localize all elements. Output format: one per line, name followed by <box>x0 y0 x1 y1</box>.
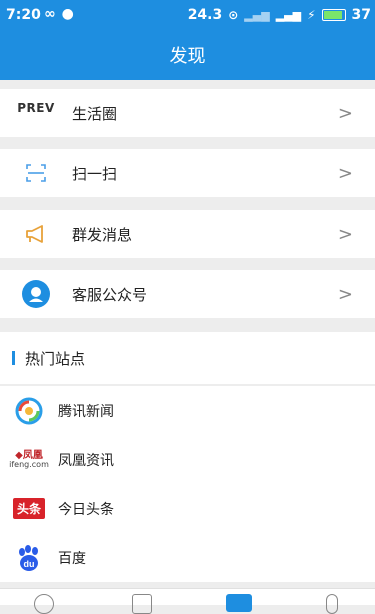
tencent-news-icon <box>15 397 43 424</box>
toutiao-icon: 头条 <box>12 498 45 519</box>
menu-item-customer-service[interactable]: 客服公众号 > <box>0 270 375 318</box>
charging-icon: ⚡ <box>307 8 316 22</box>
nav-home-icon[interactable] <box>34 594 54 614</box>
page-title: 发现 <box>169 46 206 67</box>
menu-item-broadcast[interactable]: 群发消息 > <box>0 210 375 258</box>
bottom-nav-bar <box>0 588 375 614</box>
infinity-icon: ∞ <box>44 6 56 22</box>
network-speed: 24.3 <box>187 7 223 23</box>
prev-icon: PREV <box>17 101 55 115</box>
menu-item-life-circle[interactable]: PREV 生活圈 > <box>0 89 375 137</box>
menu-item-scan[interactable]: 扫一扫 > <box>0 149 375 197</box>
signal-icon-2: ▂▄▆ <box>275 8 302 22</box>
baidu-icon: du <box>19 544 38 571</box>
battery-level: 37 <box>351 7 371 23</box>
menu-item-label: 生活圈 <box>72 104 118 123</box>
chevron-right-icon: > <box>337 224 353 245</box>
chevron-right-icon: > <box>337 284 353 305</box>
scan-icon <box>26 164 46 182</box>
svg-text:du: du <box>24 559 35 569</box>
status-time: 7:20 <box>6 7 41 23</box>
site-name: 百度 <box>58 550 86 567</box>
chevron-right-icon: > <box>337 163 353 184</box>
menu-item-label: 群发消息 <box>72 225 133 244</box>
section-title: 热门站点 <box>25 349 86 368</box>
status-bar: 7:20 ∞ ● 24.3 ⊙ ▂▄▆ ▂▄▆ ⚡ 37 <box>0 0 375 30</box>
chevron-right-icon: > <box>337 103 353 124</box>
site-name: 今日头条 <box>58 501 114 518</box>
site-name: 凤凰资讯 <box>58 452 114 469</box>
chat-bubble-icon: ● <box>61 6 74 22</box>
section-accent-bar <box>12 351 15 365</box>
site-item-tencent-news[interactable]: 腾讯新闻 <box>0 386 375 435</box>
site-item-toutiao[interactable]: 头条 今日头条 <box>0 484 375 533</box>
signal-icon: ▂▄▆ <box>244 8 270 22</box>
nav-discover-icon[interactable] <box>226 594 252 612</box>
site-item-baidu[interactable]: du 百度 <box>0 533 375 582</box>
battery-icon <box>321 9 346 21</box>
nav-profile-icon[interactable] <box>326 594 338 614</box>
site-name: 腾讯新闻 <box>58 403 114 420</box>
megaphone-icon <box>26 225 43 243</box>
hot-sites-header: 热门站点 <box>0 332 375 384</box>
title-bar: 发现 <box>0 30 375 80</box>
menu-item-label: 客服公众号 <box>72 285 148 304</box>
nav-contacts-icon[interactable] <box>132 594 152 614</box>
customer-service-icon <box>22 280 50 308</box>
ifeng-icon: ◆凤凰 ifeng.com <box>9 449 49 469</box>
menu-item-label: 扫一扫 <box>72 164 118 183</box>
alarm-icon: ⊙ <box>228 8 239 22</box>
site-item-ifeng[interactable]: ◆凤凰 ifeng.com 凤凰资讯 <box>0 435 375 484</box>
